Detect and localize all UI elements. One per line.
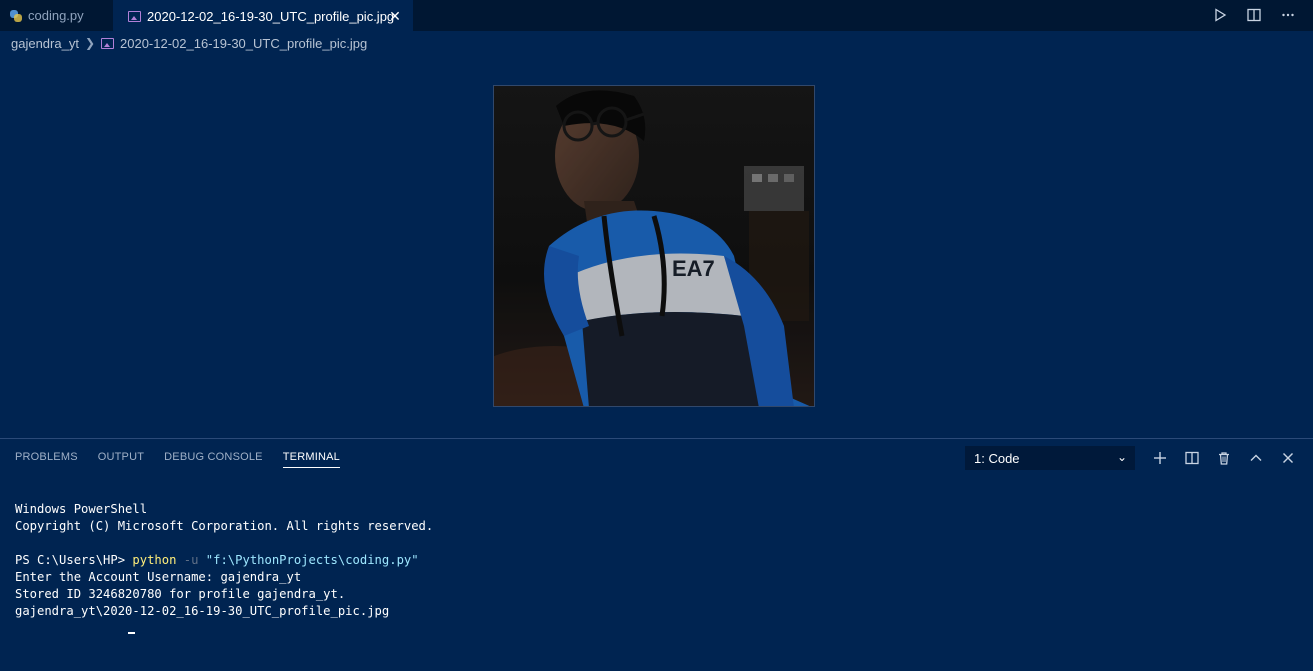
chevron-right-icon: ❯ — [84, 36, 96, 50]
editor-actions — [1209, 4, 1299, 26]
terminal-line: Stored ID 3246820780 for profile gajendr… — [15, 587, 346, 601]
terminal-line: gajendra_yt\2020-12-02_16-19-30_UTC_prof… — [15, 603, 1305, 620]
new-terminal-icon[interactable] — [1149, 447, 1171, 469]
terminal-line: Windows PowerShell — [15, 502, 148, 516]
tab-label: coding.py — [28, 8, 84, 23]
tab-output[interactable]: OUTPUT — [98, 451, 144, 468]
breadcrumb-folder[interactable]: gajendra_yt — [11, 36, 79, 51]
terminal-prompt: PS C:\Users\HP> — [15, 553, 133, 567]
terminal-command: python — [132, 553, 177, 567]
terminal-argument: "f:\PythonProjects\coding.py" — [205, 553, 419, 567]
terminal-line-text: gajendra_yt\2020-12-02_16-19-30_UTC_prof… — [15, 604, 390, 618]
panel-actions — [1149, 447, 1299, 469]
editor-tab-bar: coding.py 2020-12-02_16-19-30_UTC_profil… — [0, 0, 1313, 31]
chevron-down-icon: ⌄ — [1116, 450, 1127, 464]
close-panel-icon[interactable] — [1277, 447, 1299, 469]
terminal-output[interactable]: Windows PowerShell Copyright (C) Microsof… — [15, 484, 1305, 671]
tab-terminal[interactable]: TERMINAL — [282, 451, 340, 468]
terminal-line: Copyright (C) Microsoft Corporation. All… — [15, 519, 434, 533]
python-file-icon — [10, 9, 22, 22]
breadcrumb: gajendra_yt ❯ 2020-12-02_16-19-30_UTC_pr… — [11, 35, 367, 51]
more-actions-icon[interactable] — [1277, 4, 1299, 26]
terminal-cursor — [128, 632, 135, 634]
bottom-panel: PROBLEMS OUTPUT DEBUG CONSOLE TERMINAL 1… — [0, 438, 1313, 634]
image-preview: EA7 — [493, 85, 815, 407]
terminal-command-line: PS C:\Users\HP> python -u "f:\PythonProj… — [15, 552, 1305, 569]
terminal-cursor-line — [15, 620, 1305, 637]
terminal-flag: -u — [176, 553, 206, 567]
image-file-icon — [128, 10, 141, 22]
tab-coding-py[interactable]: coding.py — [0, 0, 113, 31]
terminal-select-value: 1: Code — [974, 450, 1020, 466]
breadcrumb-file[interactable]: 2020-12-02_16-19-30_UTC_profile_pic.jpg — [120, 36, 367, 51]
split-terminal-icon[interactable] — [1181, 447, 1203, 469]
terminal-line: Enter the Account Username: gajendra_yt — [15, 570, 302, 584]
profile-photo: EA7 — [494, 86, 814, 406]
tab-debug-console[interactable]: DEBUG CONSOLE — [164, 451, 263, 468]
tab-profile-pic[interactable]: 2020-12-02_16-19-30_UTC_profile_pic.jpg … — [113, 0, 413, 31]
image-file-icon — [101, 37, 115, 49]
panel-tabs: PROBLEMS OUTPUT DEBUG CONSOLE TERMINAL — [15, 451, 340, 468]
split-editor-icon[interactable] — [1243, 4, 1265, 26]
tab-label: 2020-12-02_16-19-30_UTC_profile_pic.jpg — [147, 8, 395, 24]
terminal-select[interactable]: 1: Code ⌄ — [965, 446, 1135, 470]
run-icon[interactable] — [1209, 4, 1231, 26]
maximize-panel-icon[interactable] — [1245, 447, 1267, 469]
tab-problems[interactable]: PROBLEMS — [15, 451, 78, 468]
trash-icon[interactable] — [1213, 447, 1235, 469]
close-icon[interactable]: ✕ — [387, 8, 403, 24]
